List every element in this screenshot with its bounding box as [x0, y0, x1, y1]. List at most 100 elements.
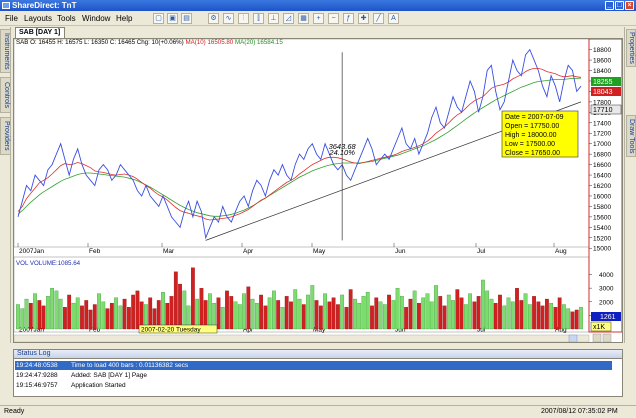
tab-properties[interactable]: Properties [626, 29, 636, 67]
menu-tools[interactable]: Tools [57, 14, 76, 23]
volume-bar [421, 297, 426, 330]
volume-bar [16, 304, 20, 330]
volume-bar [412, 290, 417, 330]
menu-layouts[interactable]: Layouts [24, 14, 52, 23]
scroll-left-icon[interactable] [592, 333, 602, 343]
chart-area[interactable]: 1880018600184001820018000178001760017400… [13, 38, 623, 343]
volume-bar [127, 307, 131, 330]
maximize-button[interactable]: □ [615, 1, 624, 10]
volume-bar [208, 293, 212, 330]
volume-bar [195, 298, 200, 330]
volume-bar [489, 298, 494, 330]
x-tick-label: Apr [243, 248, 254, 255]
x-tick-label: Mar [163, 248, 175, 255]
price-tick-label: 15600 [593, 214, 611, 221]
volume-bar [58, 298, 63, 330]
volume-bar [357, 302, 362, 330]
status-bar: Ready 2007/08/12 07:35:02 PM [0, 405, 636, 418]
volume-bar [353, 298, 357, 330]
volume-tick-label: 3000 [599, 286, 614, 293]
volume-bar [344, 307, 349, 330]
text-tool-icon[interactable]: A [388, 13, 399, 24]
cascade-icon[interactable]: ▤ [181, 13, 192, 24]
candle-chart-icon[interactable]: ⫿ [253, 13, 264, 24]
volume-bar [361, 296, 366, 330]
tab-providers[interactable]: Providers [0, 117, 11, 155]
close-button[interactable]: × [625, 1, 634, 10]
volume-bar [24, 298, 29, 330]
tab-controls[interactable]: Controls [0, 77, 11, 113]
settings-icon[interactable]: ⚙ [208, 13, 219, 24]
menu-help[interactable]: Help [116, 14, 132, 23]
area-chart-icon[interactable]: ◿ [283, 13, 294, 24]
volume-bar [515, 287, 519, 330]
volume-bar [71, 302, 76, 330]
volume-bar [498, 294, 502, 330]
volume-bar [289, 301, 293, 330]
title-bar: ShareDirect: TnT _ □ × [0, 0, 636, 11]
volume-bar [92, 304, 97, 330]
tile-icon[interactable]: ▣ [167, 13, 178, 24]
volume-bar [148, 297, 153, 330]
log-row[interactable]: 19:24:48:0538 Time to load 400 bars : 0.0… [15, 361, 612, 370]
left-sidebar: Instruments Controls Providers [0, 27, 11, 343]
volume-bar [237, 304, 242, 330]
ohlc-chart-icon[interactable]: ⊥ [268, 13, 279, 24]
app-icon [2, 2, 10, 9]
volume-bar [135, 290, 140, 330]
status-datetime: 2007/08/12 07:35:02 PM [541, 408, 618, 415]
price-chart[interactable]: 1880018600184001820018000178001760017400… [13, 38, 623, 343]
volume-bar [105, 308, 110, 330]
zoom-out-icon[interactable]: − [328, 13, 339, 24]
zoom-in-icon[interactable]: + [313, 13, 324, 24]
volume-bar [493, 302, 498, 330]
tooltip-high: High = 18000.00 [505, 132, 557, 139]
volume-bar [297, 298, 302, 330]
volume-bar [84, 300, 89, 330]
price-tick-label: 16600 [593, 162, 611, 169]
price-tick-label: 18600 [593, 58, 611, 65]
volume-bar [233, 301, 238, 330]
volume-bar [267, 297, 272, 330]
grid-icon[interactable]: ▦ [298, 13, 309, 24]
trendline-icon[interactable]: ╱ [373, 13, 384, 24]
menu-file[interactable]: File [5, 14, 18, 23]
volume-bar [553, 307, 558, 330]
scroll-right-icon[interactable] [602, 333, 612, 343]
volume-bar [370, 305, 374, 330]
volume-bar [566, 308, 571, 330]
volume-bar [532, 296, 536, 330]
volume-bar [408, 298, 413, 330]
new-window-icon[interactable]: ▢ [153, 13, 164, 24]
scroll-thumb[interactable] [568, 334, 578, 343]
log-row[interactable]: 19:24:47:9288 Added: SAB [DAY 1] Page [16, 371, 147, 380]
volume-bar [549, 302, 554, 330]
menu-window[interactable]: Window [82, 14, 110, 23]
chart-tab[interactable]: SAB [DAY 1] [15, 27, 65, 38]
price-tick-label: 17000 [593, 141, 611, 148]
crosshair-icon[interactable]: ✚ [358, 13, 369, 24]
log-row[interactable]: 19:15:46:9757 Application Started [16, 381, 126, 390]
volume-bar [293, 289, 298, 330]
x-tick-label: May [313, 248, 326, 255]
price-tick-label: 15000 [593, 246, 611, 253]
x-tick-label: Jul [477, 248, 486, 255]
volume-bar [557, 297, 562, 330]
badge-price: 17710 [593, 107, 613, 114]
scrollbar[interactable] [13, 333, 612, 343]
tab-instruments[interactable]: Instruments [0, 29, 11, 73]
volume-bar [190, 267, 195, 330]
minimize-button[interactable]: _ [605, 1, 614, 10]
tab-draw-tools[interactable]: Draw Tools [626, 115, 636, 157]
volume-bar [468, 293, 472, 330]
volume-bar [263, 305, 268, 330]
indicator-icon[interactable]: ƒ [343, 13, 354, 24]
volume-bar [80, 305, 84, 330]
volume-bar [438, 296, 443, 330]
bar-chart-icon[interactable]: ⫶ [238, 13, 249, 24]
line-chart-icon[interactable]: ∿ [223, 13, 234, 24]
tooltip-low: Low = 17500.00 [505, 141, 555, 148]
volume-bar [272, 290, 276, 330]
volume-bar [306, 294, 310, 330]
x-tick-label: 2007Jan [19, 248, 44, 255]
